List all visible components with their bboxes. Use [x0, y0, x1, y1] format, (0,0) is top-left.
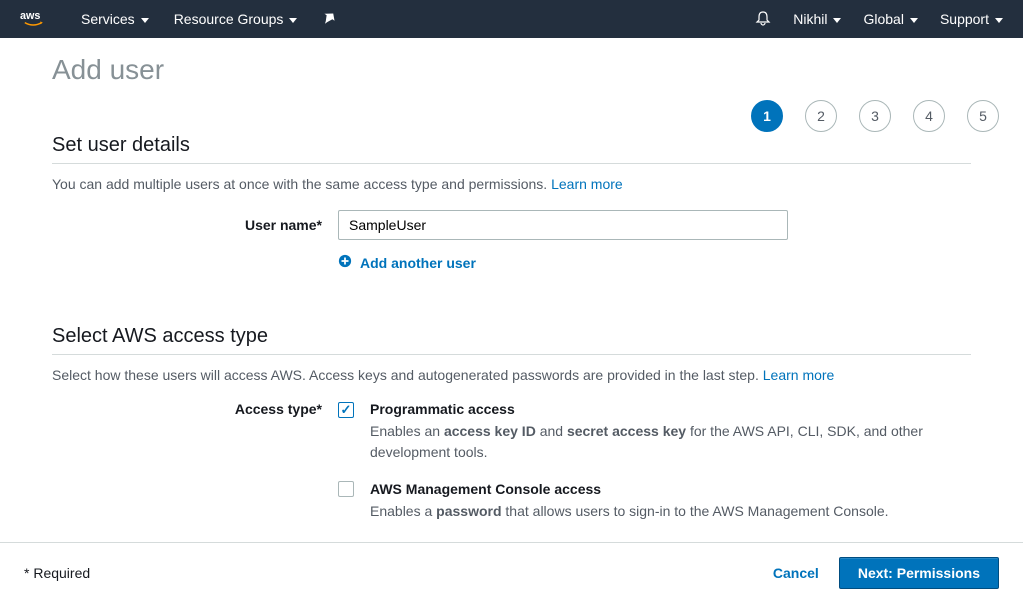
required-note: * Required	[24, 565, 90, 581]
section-access-title: Select AWS access type	[52, 325, 971, 348]
step-3[interactable]: 3	[859, 100, 891, 132]
top-navigation: aws Services Resource Groups Nikhil Glob…	[0, 0, 1023, 38]
next-permissions-button[interactable]: Next: Permissions	[839, 557, 999, 589]
section-details-desc: You can add multiple users at once with …	[52, 176, 971, 192]
resource-groups-label: Resource Groups	[174, 11, 284, 27]
access-type-label: Access type*	[52, 401, 338, 417]
cancel-button[interactable]: Cancel	[773, 565, 819, 581]
option-desc: Enables a password that allows users to …	[370, 501, 950, 522]
check-icon: ✓	[341, 403, 352, 416]
support-label: Support	[940, 11, 989, 27]
option-title: Programmatic access	[370, 401, 950, 417]
username-row: User name*	[52, 210, 971, 240]
step-2[interactable]: 2	[805, 100, 837, 132]
page-title: Add user	[52, 54, 971, 86]
username-label: User name*	[52, 217, 338, 233]
resource-groups-menu[interactable]: Resource Groups	[174, 11, 298, 27]
console-access-checkbox[interactable]	[338, 481, 354, 497]
chevron-down-icon	[995, 11, 1003, 27]
divider	[52, 354, 971, 355]
step-4[interactable]: 4	[913, 100, 945, 132]
notifications-icon[interactable]	[755, 10, 771, 29]
access-type-option-console: AWS Management Console access Enables a …	[52, 481, 971, 522]
divider	[52, 163, 971, 164]
right-navigation: Nikhil Global Support	[755, 10, 1003, 29]
support-menu[interactable]: Support	[940, 11, 1003, 27]
plus-circle-icon	[338, 254, 352, 271]
pin-icon[interactable]	[322, 11, 336, 28]
account-menu[interactable]: Nikhil	[793, 11, 841, 27]
wizard-steps: 1 2 3 4 5	[751, 100, 999, 132]
section-access-desc: Select how these users will access AWS. …	[52, 367, 971, 383]
desc-text: You can add multiple users at once with …	[52, 176, 551, 192]
services-label: Services	[81, 11, 135, 27]
step-5[interactable]: 5	[967, 100, 999, 132]
learn-more-link[interactable]: Learn more	[763, 367, 835, 383]
account-label: Nikhil	[793, 11, 827, 27]
footer: * Required Cancel Next: Permissions	[0, 542, 1023, 603]
access-type-option-programmatic: Access type* ✓ Programmatic access Enabl…	[52, 401, 971, 463]
option-body: AWS Management Console access Enables a …	[370, 481, 950, 522]
option-title: AWS Management Console access	[370, 481, 950, 497]
option-desc: Enables an access key ID and secret acce…	[370, 421, 950, 463]
step-1[interactable]: 1	[751, 100, 783, 132]
section-details-title: Set user details	[52, 134, 971, 157]
chevron-down-icon	[910, 11, 918, 27]
chevron-down-icon	[833, 11, 841, 27]
option-body: Programmatic access Enables an access ke…	[370, 401, 950, 463]
region-label: Global	[863, 11, 903, 27]
services-menu[interactable]: Services	[81, 11, 149, 27]
add-another-user-button[interactable]: Add another user	[338, 254, 971, 271]
chevron-down-icon	[141, 11, 149, 27]
programmatic-access-checkbox[interactable]: ✓	[338, 402, 354, 418]
username-input[interactable]	[338, 210, 788, 240]
desc-text: Select how these users will access AWS. …	[52, 367, 763, 383]
add-another-label: Add another user	[360, 255, 476, 271]
aws-logo[interactable]: aws	[20, 8, 56, 30]
chevron-down-icon	[289, 11, 297, 27]
region-menu[interactable]: Global	[863, 11, 917, 27]
learn-more-link[interactable]: Learn more	[551, 176, 623, 192]
svg-text:aws: aws	[20, 10, 40, 22]
